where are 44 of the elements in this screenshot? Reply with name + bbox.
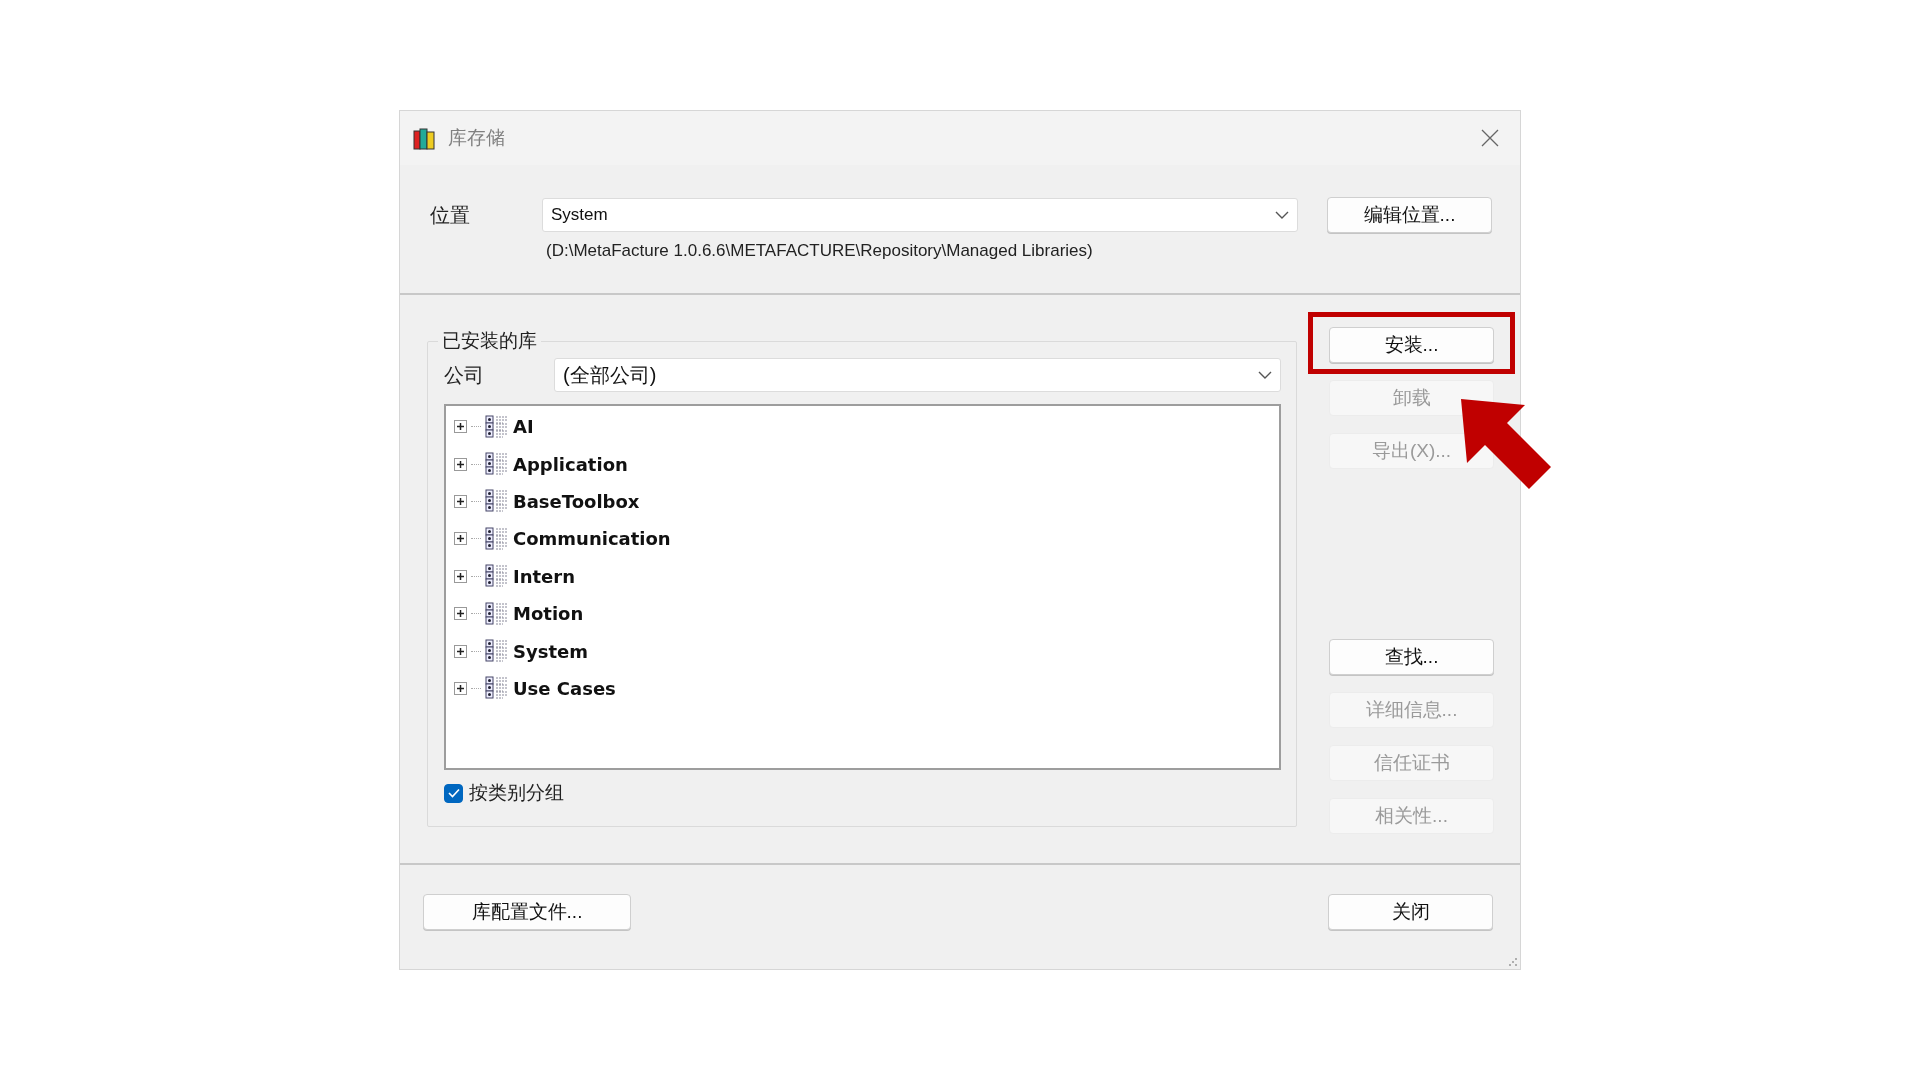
library-list-icon [485, 638, 509, 665]
checkmark-icon [447, 788, 460, 798]
tree-item[interactable]: Motion [513, 603, 584, 625]
library-list-icon [485, 525, 509, 552]
company-label: 公司 [444, 362, 485, 388]
tree-item[interactable]: Intern [513, 565, 575, 587]
plus-box-icon[interactable] [454, 681, 467, 695]
library-list-icon [485, 563, 509, 590]
plus-box-icon[interactable] [454, 607, 467, 621]
plus-box-icon[interactable] [454, 494, 467, 508]
tree-item[interactable]: Use Cases [513, 677, 616, 699]
books-icon [412, 125, 438, 151]
plus-box-icon[interactable] [454, 644, 467, 658]
resize-grip-icon[interactable] [1508, 957, 1518, 967]
tree-item[interactable]: Communication [513, 528, 671, 550]
tree-item[interactable]: AI [513, 416, 534, 438]
close-dialog-button[interactable]: 关闭 [1328, 894, 1493, 930]
window-title: 库存储 [448, 126, 506, 150]
company-dropdown[interactable]: (全部公司) [554, 358, 1281, 392]
chevron-down-icon [1258, 370, 1272, 380]
location-path: (D:\MetaFacture 1.0.6.6\METAFACTURE\Repository\Managed Libraries) [546, 241, 1094, 261]
group-title: 已安装的库 [441, 329, 538, 353]
plus-box-icon[interactable] [454, 420, 467, 434]
action-button[interactable]: 安装... [1329, 327, 1494, 363]
close-icon [1481, 129, 1499, 147]
plus-box-icon[interactable] [454, 569, 467, 583]
library-list-icon [485, 413, 509, 440]
library-list-icon [485, 451, 509, 478]
tree-item[interactable]: BaseToolbox [513, 490, 640, 512]
edit-location-button[interactable]: 编辑位置... [1327, 197, 1492, 233]
library-list-icon [485, 600, 509, 627]
checkbox-label: 按类别分组 [469, 781, 564, 805]
checkbox[interactable] [444, 783, 463, 803]
plus-box-icon[interactable] [454, 457, 467, 471]
action-button[interactable]: 查找... [1329, 639, 1494, 675]
plus-box-icon[interactable] [454, 532, 467, 546]
location-dropdown[interactable]: System [542, 198, 1298, 232]
location-label: 位置 [430, 202, 471, 228]
tree-item[interactable]: System [513, 640, 588, 662]
tree-item[interactable]: Application [513, 453, 628, 475]
library-list-icon [485, 488, 509, 515]
chevron-down-icon [1275, 210, 1289, 220]
library-list-icon [485, 675, 509, 702]
library-profiles-button[interactable]: 库配置文件... [423, 894, 631, 930]
